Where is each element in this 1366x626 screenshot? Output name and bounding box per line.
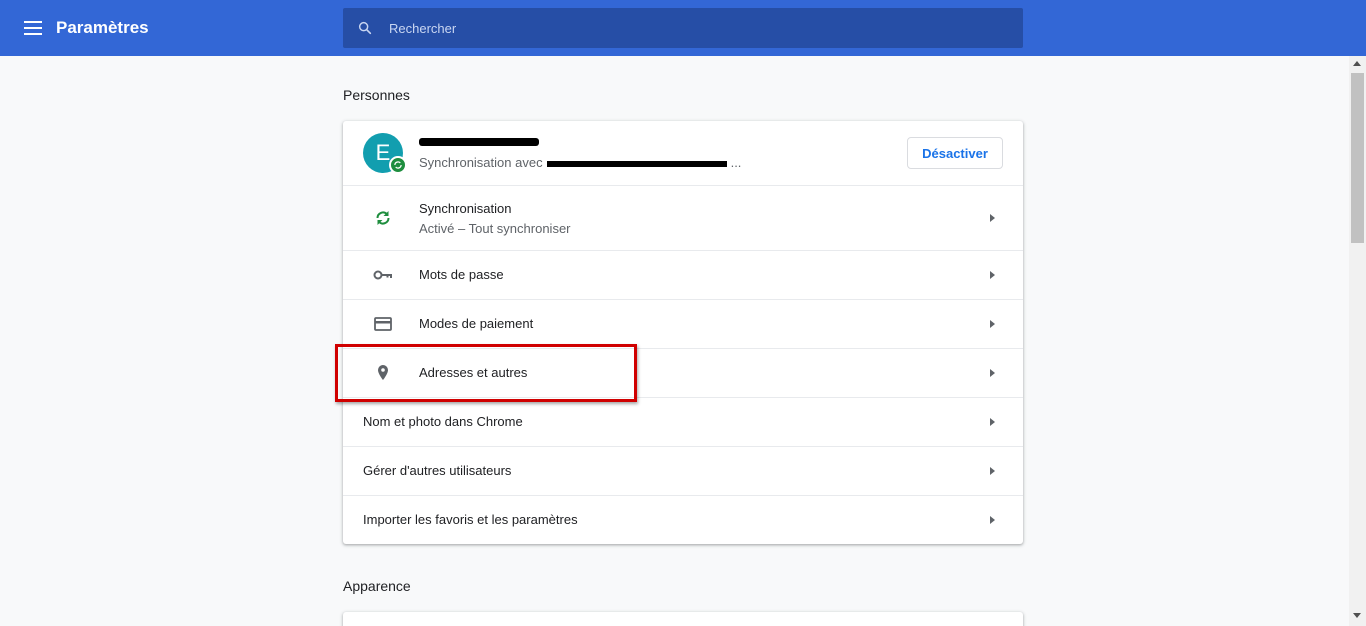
section-title-appearance: Apparence [343,578,411,594]
section-title-people: Personnes [343,87,410,103]
settings-row-manage-users[interactable]: Gérer d'autres utilisateurs [343,446,1023,495]
manage-users-label: Gérer d'autres utilisateurs [363,463,512,478]
page-title: Paramètres [56,18,149,37]
scroll-up-icon[interactable] [1353,61,1361,66]
sync-badge-icon [389,156,407,174]
scrollbar[interactable] [1349,56,1366,626]
arrow-right-icon [990,369,995,377]
settings-row-passwords[interactable]: Mots de passe [343,250,1023,299]
addresses-label: Adresses et autres [419,365,528,380]
name-photo-label: Nom et photo dans Chrome [363,414,523,429]
people-card: E Synchronisation avec... Désactiver Syn… [343,121,1023,544]
search-icon [358,21,372,35]
location-pin-icon [378,365,388,380]
arrow-right-icon [990,467,995,475]
arrow-right-icon [990,418,995,426]
sync-suffix: ... [730,155,742,170]
sync-account-text: Synchronisation avec... [419,155,741,171]
arrow-right-icon [990,214,995,222]
appearance-card [343,612,1023,626]
redacted-email [546,160,727,167]
sync-label: Synchronisation [419,201,512,216]
redacted-account-name [419,138,539,146]
credit-card-icon [374,317,392,331]
top-bar: Paramètres [0,0,1366,56]
sync-icon [376,211,390,225]
deactivate-button[interactable]: Désactiver [907,137,1003,169]
account-row: E Synchronisation avec... Désactiver [343,121,1023,185]
menu-icon[interactable] [24,19,42,37]
key-icon [373,270,392,280]
settings-row-name-photo[interactable]: Nom et photo dans Chrome [343,397,1023,446]
search-bar[interactable] [343,8,1023,48]
settings-row-sync[interactable]: Synchronisation Activé – Tout synchronis… [343,185,1023,250]
sync-status: Activé – Tout synchroniser [419,221,571,236]
scroll-down-icon[interactable] [1353,613,1361,618]
payment-label: Modes de paiement [419,316,534,331]
sync-prefix: Synchronisation avec [419,155,543,170]
arrow-right-icon [990,271,995,279]
search-input[interactable] [389,8,1009,48]
passwords-label: Mots de passe [419,267,504,282]
arrow-right-icon [990,516,995,524]
settings-row-payment[interactable]: Modes de paiement [343,299,1023,348]
settings-row-addresses[interactable]: Adresses et autres [343,348,1023,397]
scroll-thumb[interactable] [1351,73,1364,243]
settings-row-import[interactable]: Importer les favoris et les paramètres [343,495,1023,544]
arrow-right-icon [990,320,995,328]
import-label: Importer les favoris et les paramètres [363,512,578,527]
